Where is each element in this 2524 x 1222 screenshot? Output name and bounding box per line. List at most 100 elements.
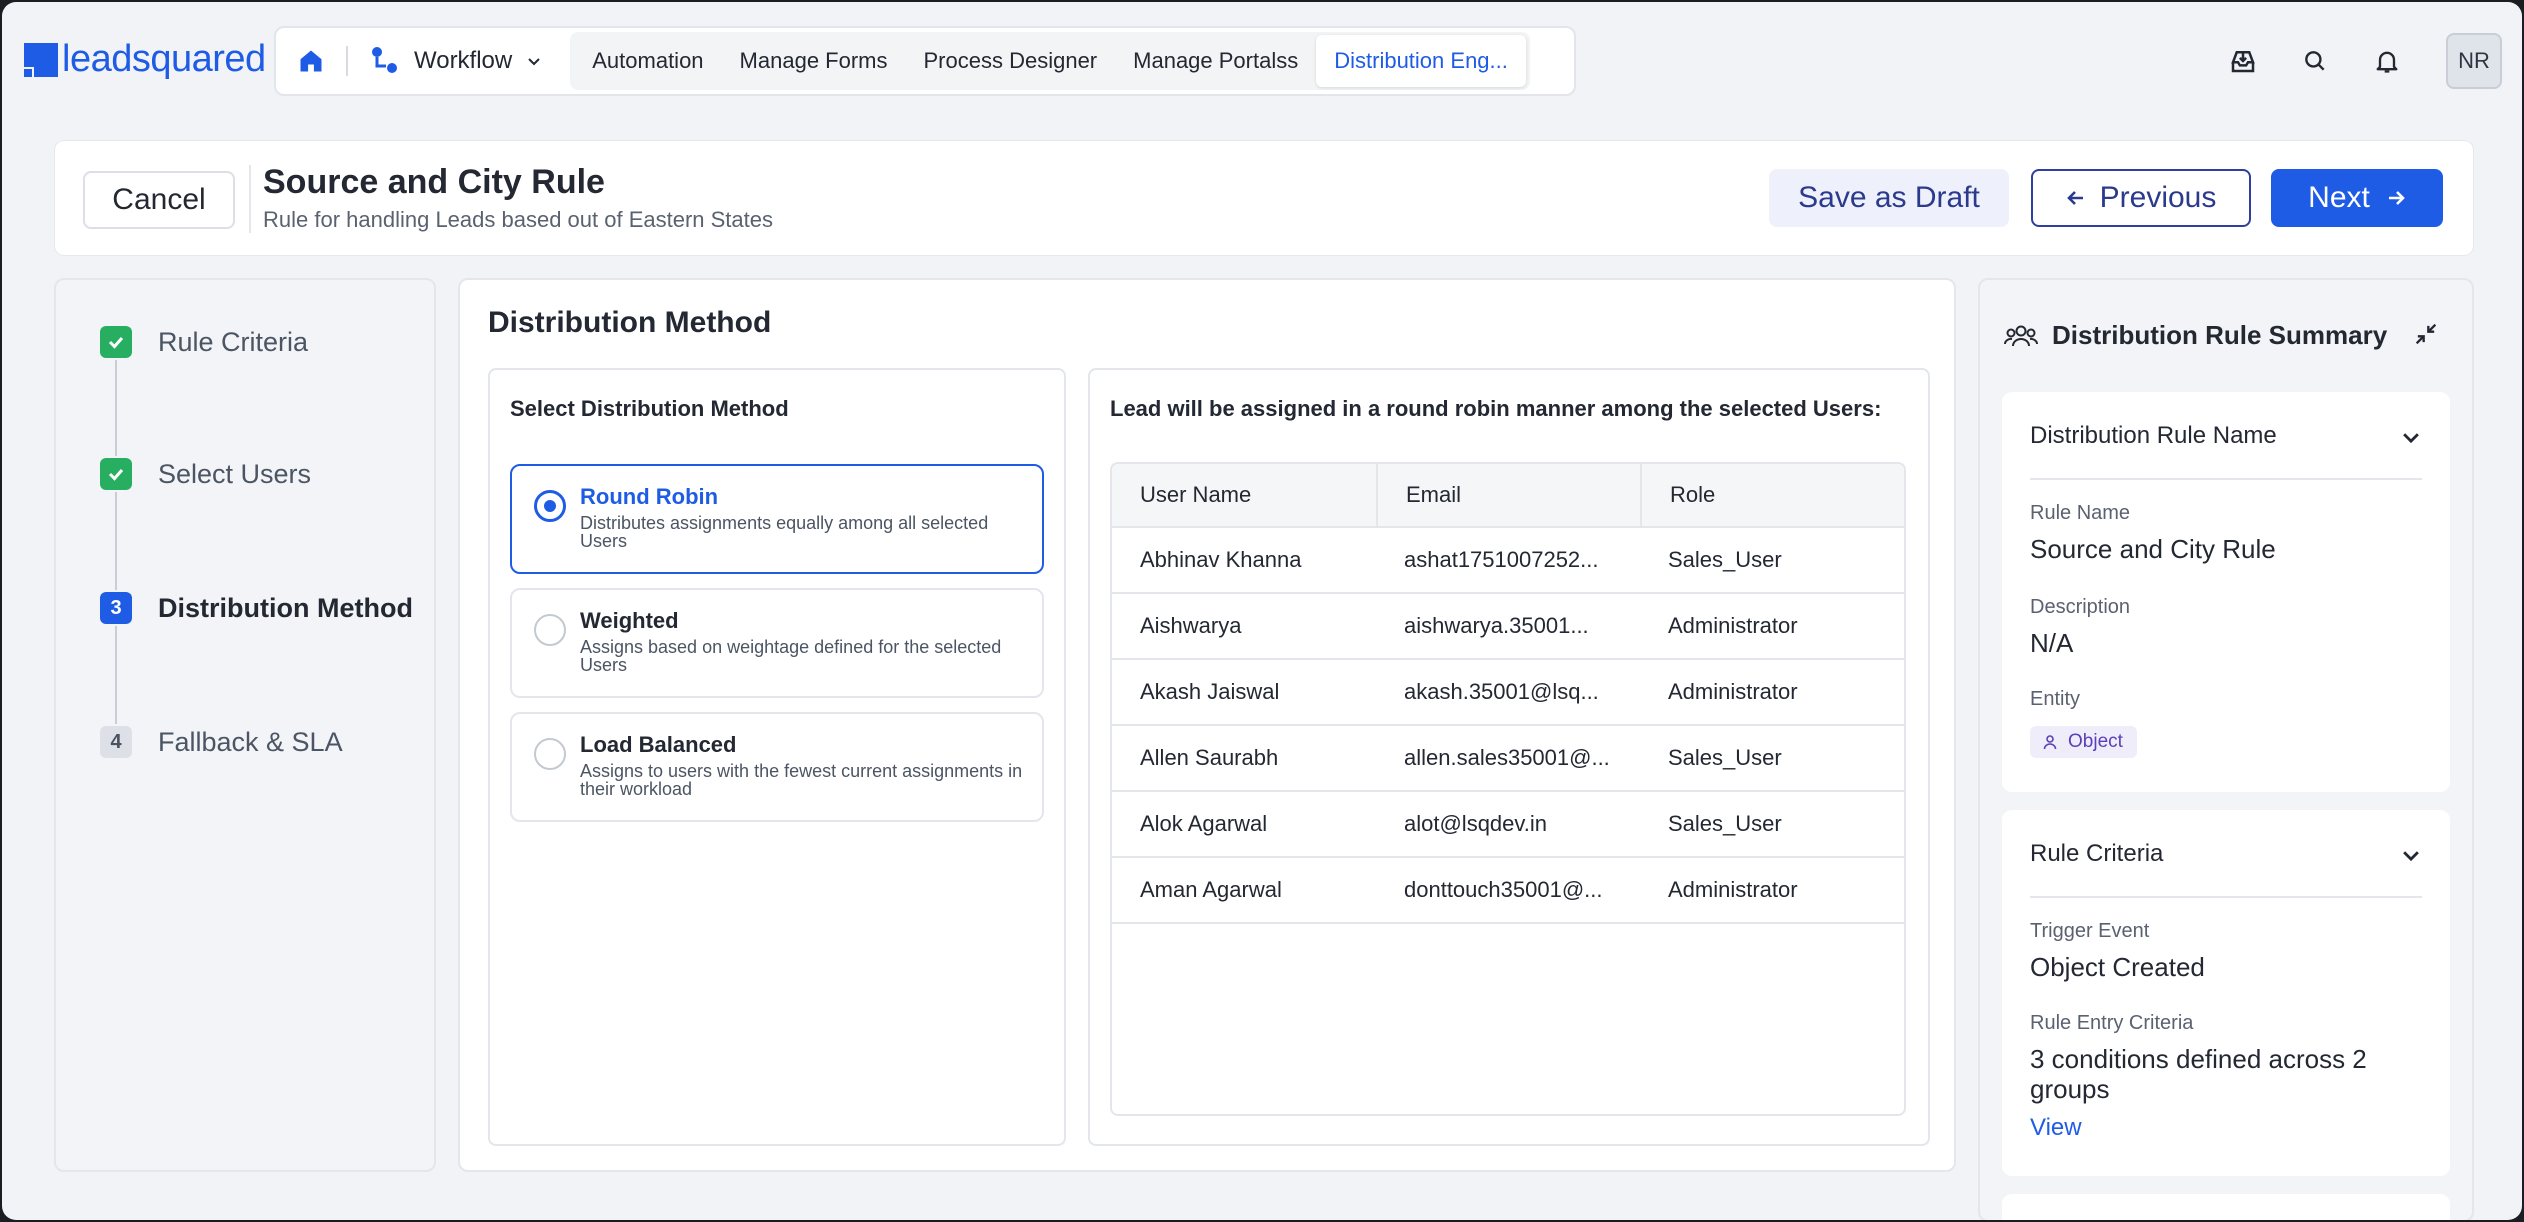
tab-distribution-engine[interactable]: Distribution Eng... [1316, 35, 1526, 87]
step-distribution-method[interactable]: 3 Distribution Method [100, 592, 413, 624]
divider [2030, 478, 2422, 480]
bell-icon [2376, 51, 2398, 73]
chevron-down-icon[interactable] [2400, 426, 2422, 448]
logo-text: leadsquared [62, 38, 266, 80]
field-label: Entity [2030, 688, 2081, 710]
next-label: Next [2308, 181, 2370, 214]
cell-email: alot@lsqdev.in [1404, 811, 1547, 836]
users-heading: Lead will be assigned in a round robin m… [1110, 396, 1882, 421]
step-rule-criteria[interactable]: Rule Criteria [100, 326, 308, 358]
save-draft-button[interactable]: Save as Draft [1769, 169, 2009, 227]
avatar[interactable]: NR [2446, 33, 2502, 89]
tab-manage-portals[interactable]: Manage Portalss [1115, 35, 1316, 87]
column-header-user-name[interactable]: User Name [1112, 464, 1376, 526]
field-label: Rule Entry Criteria [2030, 1012, 2194, 1034]
nav-tabs: Automation Manage Forms Process Designer… [570, 32, 1530, 90]
table-row[interactable]: Alok Agarwal alot@lsqdev.in Sales_User [1112, 792, 1904, 858]
column-header-role[interactable]: Role [1640, 464, 1904, 526]
radio-button[interactable] [534, 614, 566, 646]
method-selector-panel: Select Distribution Method Round Robin D… [488, 368, 1066, 1146]
entity-chip: Object [2030, 726, 2137, 758]
top-bar: leadsquared Workflow Automation Manage F… [2, 2, 2522, 120]
cell-user-name: Alok Agarwal [1140, 811, 1268, 836]
users-table: User Name Email Role Abhinav Khanna asha… [1110, 462, 1906, 1116]
users-group-icon [2004, 325, 2038, 346]
step-number-badge: 4 [100, 726, 132, 758]
option-description: Distributes assignments equally among al… [580, 513, 989, 551]
tab-manage-forms[interactable]: Manage Forms [722, 35, 906, 87]
table-row[interactable]: Abhinav Khanna ashat1751007252... Sales_… [1112, 528, 1904, 594]
cell-user-name: Akash Jaiswal [1140, 679, 1280, 704]
arrow-left-icon [2066, 191, 2083, 205]
inbox-download-icon [2231, 51, 2255, 73]
previous-button[interactable]: Previous [2031, 169, 2251, 227]
workflow-label: Workflow [414, 47, 513, 74]
cell-role: Administrator [1668, 877, 1798, 902]
rule-criteria-card: Rule Criteria Trigger Event Object Creat… [2002, 810, 2450, 1176]
search-icon [2305, 51, 2325, 71]
cancel-button[interactable]: Cancel [83, 171, 235, 229]
cell-role: Sales_User [1668, 547, 1782, 572]
option-description: Assigns based on weightage defined for t… [580, 637, 1002, 675]
cell-email: allen.sales35001@... [1404, 745, 1610, 770]
radio-button[interactable] [534, 490, 566, 522]
table-row[interactable]: Aishwarya aishwarya.35001... Administrat… [1112, 594, 1904, 660]
field-value: 3 conditions defined across 2 groups [2030, 1044, 2367, 1104]
check-icon [100, 326, 132, 358]
option-load-balanced[interactable]: Load Balanced Assigns to users with the … [510, 712, 1044, 822]
rule-header: Cancel Source and City Rule Rule for han… [54, 140, 2474, 256]
radio-button[interactable] [534, 738, 566, 770]
search-button[interactable] [2286, 32, 2344, 90]
table-row[interactable]: Aman Agarwal donttouch35001@... Administ… [1112, 858, 1904, 924]
field-label: Description [2030, 596, 2131, 618]
method-heading: Select Distribution Method [510, 396, 789, 421]
cell-role: Administrator [1668, 613, 1798, 638]
view-criteria-link[interactable]: View [2030, 1114, 2082, 1142]
tab-process-designer[interactable]: Process Designer [906, 35, 1116, 87]
step-fallback-sla[interactable]: 4 Fallback & SLA [100, 726, 343, 758]
tab-automation[interactable]: Automation [574, 35, 721, 87]
option-title: Load Balanced [580, 732, 737, 757]
table-row[interactable]: Allen Saurabh allen.sales35001@... Sales… [1112, 726, 1904, 792]
chevron-down-icon[interactable] [2400, 844, 2422, 866]
field-label: Rule Name [2030, 502, 2131, 524]
top-icon-group: NR [2214, 32, 2522, 90]
option-title: Round Robin [580, 484, 719, 509]
notifications-button[interactable] [2358, 32, 2416, 90]
check-icon [100, 458, 132, 490]
home-button[interactable] [276, 28, 346, 94]
option-description: Assigns to users with the fewest current… [580, 761, 1023, 799]
main-nav: Workflow Automation Manage Forms Process… [274, 26, 1576, 96]
option-round-robin[interactable]: Round Robin Distributes assignments equa… [510, 464, 1044, 574]
brand-logo[interactable]: leadsquared [24, 38, 266, 81]
column-header-email[interactable]: Email [1376, 464, 1640, 526]
next-summary-card [2002, 1194, 2450, 1220]
step-label: Fallback & SLA [158, 726, 343, 757]
entity-value: Object [2068, 731, 2123, 752]
step-connector [115, 492, 117, 590]
cell-email: akash.35001@lsq... [1404, 679, 1599, 704]
card-heading: Rule Criteria [2030, 840, 2164, 867]
cell-user-name: Aman Agarwal [1140, 877, 1282, 902]
workflow-dropdown[interactable]: Workflow [348, 28, 564, 94]
collapse-arrows-icon [2415, 323, 2437, 345]
field-value: N/A [2030, 628, 2074, 658]
option-weighted[interactable]: Weighted Assigns based on weightage defi… [510, 588, 1044, 698]
next-button[interactable]: Next [2271, 169, 2443, 227]
collapse-panel-button[interactable] [2412, 320, 2440, 353]
option-title: Weighted [580, 608, 679, 633]
chevron-down-icon [528, 58, 540, 66]
rule-name-card: Distribution Rule Name Rule Name Source … [2002, 392, 2450, 792]
step-label: Rule Criteria [158, 326, 309, 357]
inbox-download-button[interactable] [2214, 32, 2272, 90]
header-divider [249, 165, 251, 233]
logo-mark-icon [24, 42, 58, 77]
selected-users-panel: Lead will be assigned in a round robin m… [1088, 368, 1930, 1146]
step-select-users[interactable]: Select Users [100, 458, 311, 490]
field-value: Object Created [2030, 952, 2205, 982]
table-row[interactable]: Akash Jaiswal akash.35001@lsq... Adminis… [1112, 660, 1904, 726]
workflow-icon [372, 47, 397, 73]
step-label: Distribution Method [158, 592, 413, 623]
step-connector [115, 360, 117, 456]
app-window: leadsquared Workflow Automation Manage F… [2, 2, 2522, 1220]
